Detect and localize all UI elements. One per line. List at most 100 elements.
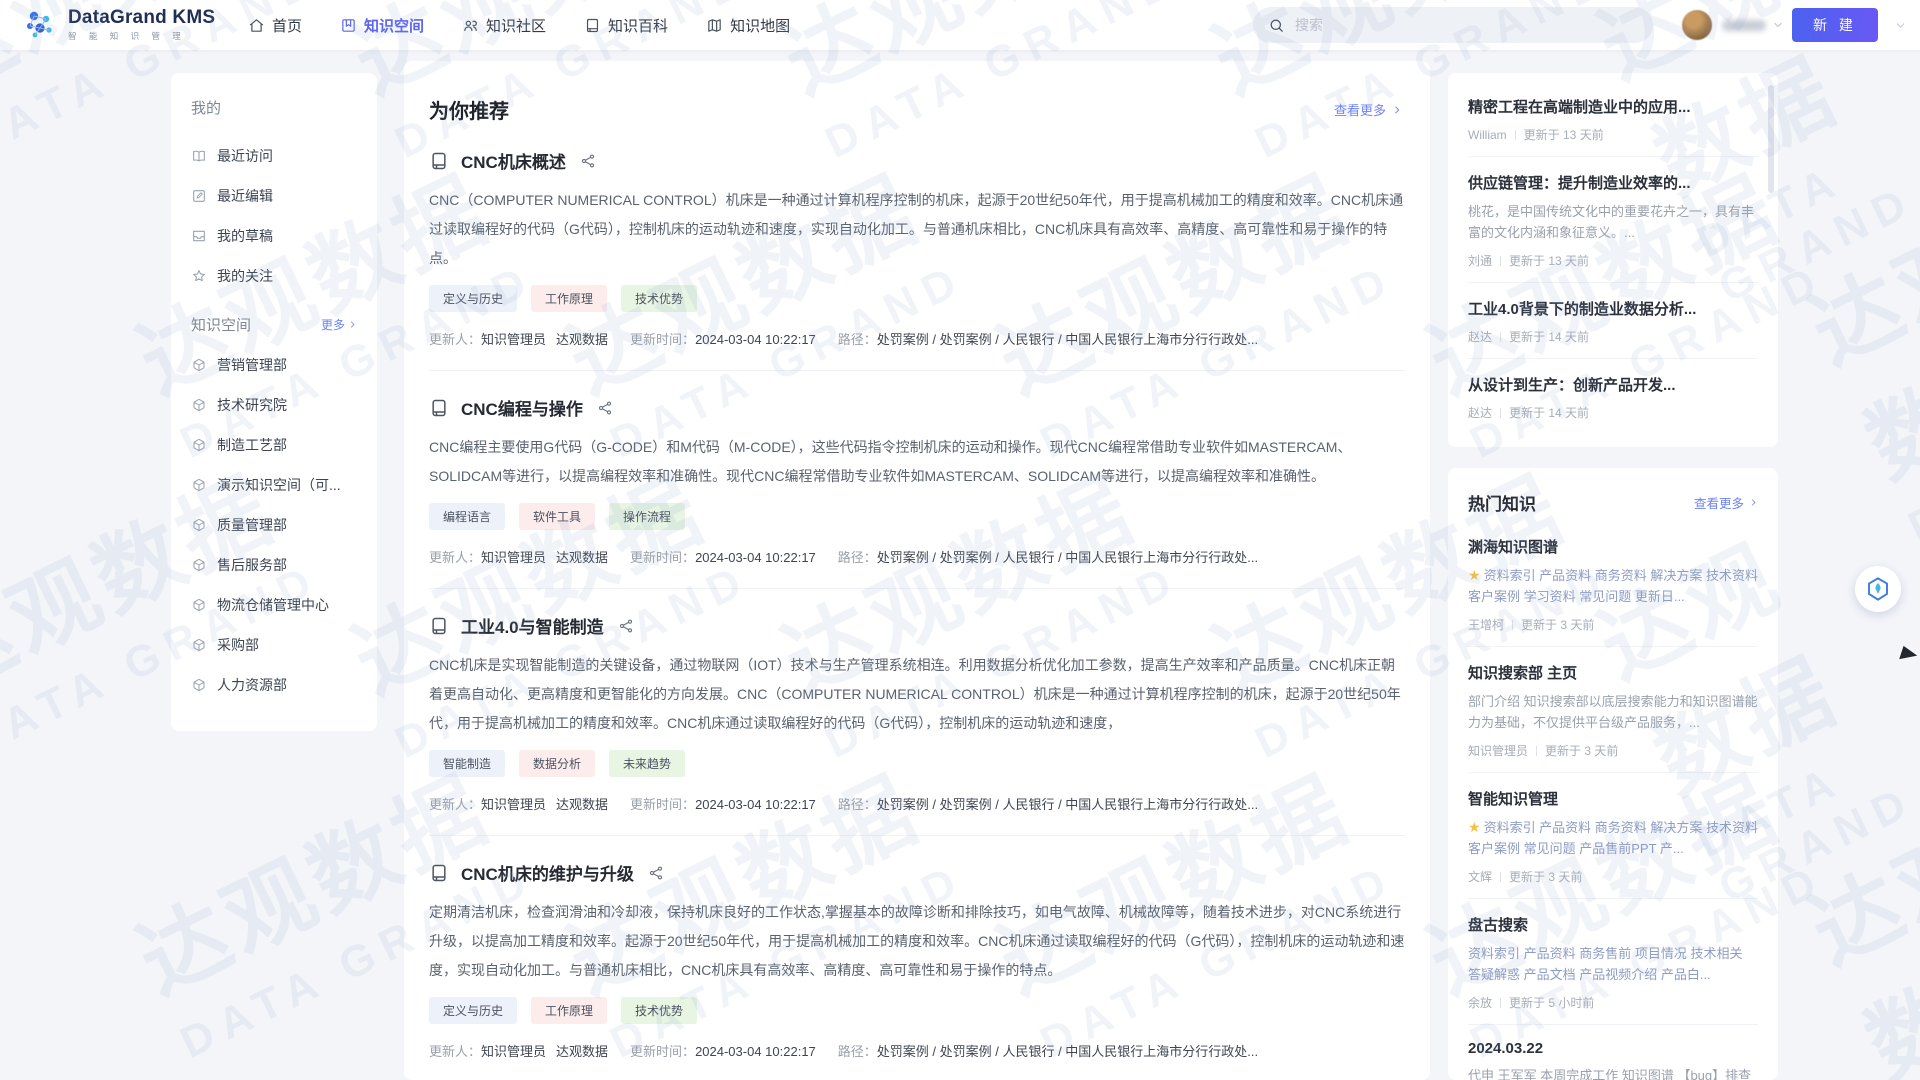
recent-edits-icon — [191, 188, 207, 204]
page-title: 为你推荐 — [429, 95, 509, 124]
sidebar-space-logistics[interactable]: 物流仓储管理中心 — [191, 585, 357, 625]
tag[interactable]: 工作原理 — [531, 285, 607, 312]
card-summary: CNC（COMPUTER NUMERICAL CONTROL）机床是一种通过计算… — [429, 186, 1405, 273]
user-menu-chevron-down-icon[interactable] — [1772, 19, 1784, 31]
share-icon[interactable] — [580, 153, 596, 169]
hot-item[interactable]: 知识搜索部 主页 部门介绍 知识搜索部以底层搜索能力和知识图谱能力为基础，不仅提… — [1468, 647, 1758, 773]
article-item[interactable]: 工业4.0背景下的制造业数据分析... 赵达更新于 14 天前 — [1468, 283, 1758, 359]
sidebar-space-hr[interactable]: 人力资源部 — [191, 665, 357, 705]
sidebar-my-title: 我的 — [191, 97, 221, 118]
nav-item-knowledge-map[interactable]: 知识地图 — [706, 15, 790, 36]
nav-item-knowledge-community[interactable]: 知识社区 — [462, 15, 546, 36]
tag[interactable]: 操作流程 — [609, 503, 685, 530]
brand-logo[interactable]: DataGrand KMS 智 能 知 识 管 理 — [22, 6, 215, 42]
hot-item[interactable]: 2024.03.22 代申 王军军 本周完成工作 知识图谱 【bug】排查并解决… — [1468, 1025, 1758, 1080]
chevron-right-icon — [1749, 498, 1758, 507]
share-icon[interactable] — [597, 400, 613, 416]
card-title-link[interactable]: CNC机床概述 — [461, 148, 566, 173]
card-summary: CNC编程主要使用G代码（G-CODE）和M代码（M-CODE），这些代码指令控… — [429, 433, 1405, 491]
sidebar-item-recent-edits[interactable]: 最近编辑 — [191, 176, 357, 216]
assistant-hexagon-pen-icon — [1865, 576, 1891, 602]
card-title-link[interactable]: 工业4.0与智能制造 — [461, 613, 604, 638]
share-icon[interactable] — [648, 865, 664, 881]
home-icon — [248, 17, 265, 34]
hot-item[interactable]: 智能知识管理 ★资料索引 产品资料 商务资料 解决方案 技术资料 客户案例 常见… — [1468, 773, 1758, 899]
nav-item-knowledge-wiki[interactable]: 知识百科 — [584, 15, 668, 36]
tag[interactable]: 定义与历史 — [429, 285, 517, 312]
sidebar-item-my-drafts[interactable]: 我的草稿 — [191, 216, 357, 256]
brand-subtitle: 智 能 知 识 管 理 — [68, 30, 215, 42]
share-icon[interactable] — [618, 618, 634, 634]
nav-item-knowledge-space[interactable]: 知识空间 — [340, 15, 424, 36]
chevron-right-icon — [348, 320, 357, 329]
recent-visits-icon — [191, 148, 207, 164]
sidebar-space-tech-institute[interactable]: 技术研究院 — [191, 385, 357, 425]
card-meta: 更新人：知识管理员达观数据更新时间：2024-03-04 10:22:17路径：… — [429, 794, 1405, 836]
card-summary: 定期清洁机床，检查润滑油和冷却液，保持机床良好的工作状态,掌握基本的故障诊断和排… — [429, 898, 1405, 985]
card-path-link[interactable]: 处罚案例 / 处罚案例 / 人民银行 / 中国人民银行上海市分行行政处... — [877, 332, 1258, 347]
card-path-link[interactable]: 处罚案例 / 处罚案例 / 人民银行 / 中国人民银行上海市分行行政处... — [877, 1044, 1258, 1059]
document-icon — [429, 616, 449, 636]
global-search[interactable] — [1253, 7, 1653, 43]
sidebar-item-recent-visits[interactable]: 最近访问 — [191, 136, 357, 176]
knowledge-card: CNC编程与操作 CNC编程主要使用G代码（G-CODE）和M代码（M-CODE… — [404, 371, 1430, 589]
sidebar-item-my-follows[interactable]: 我的关注 — [191, 256, 357, 296]
knowledge-card: CNC机床的维护与升级 定期清洁机床，检查润滑油和冷却液，保持机床良好的工作状态… — [404, 836, 1430, 1080]
cube-icon — [191, 517, 207, 533]
new-dropdown-chevron-icon[interactable] — [1894, 19, 1907, 32]
ai-assistant-button[interactable] — [1855, 566, 1901, 612]
knowledge-space-icon — [340, 17, 357, 34]
article-item[interactable]: 供应链管理：提升制造业效率的... 桃花，是中国传统文化中的重要花卉之一，具有丰… — [1468, 157, 1758, 283]
hot-view-more-link[interactable]: 查看更多 — [1694, 493, 1758, 512]
top-navbar: DataGrand KMS 智 能 知 识 管 理 首页 知识空间 知识社区 知… — [0, 0, 1920, 50]
sidebar-space-manufacturing[interactable]: 制造工艺部 — [191, 425, 357, 465]
nav-label: 知识地图 — [730, 15, 790, 36]
sidebar-space-after-sales[interactable]: 售后服务部 — [191, 545, 357, 585]
updated-by: 知识管理员 — [481, 332, 546, 347]
tag[interactable]: 编程语言 — [429, 503, 505, 530]
card-path-link[interactable]: 处罚案例 / 处罚案例 / 人民银行 / 中国人民银行上海市分行行政处... — [877, 797, 1258, 812]
nav-item-home[interactable]: 首页 — [248, 15, 302, 36]
sidebar-spaces-more-link[interactable]: 更多 — [321, 316, 357, 333]
tag[interactable]: 智能制造 — [429, 750, 505, 777]
article-updated: 更新于 14 天前 — [1509, 328, 1589, 345]
hot-updated: 更新于 3 天前 — [1545, 742, 1618, 759]
tag[interactable]: 技术优势 — [621, 285, 697, 312]
star-icon: ★ — [1468, 567, 1481, 583]
user-avatar[interactable] — [1682, 10, 1712, 40]
tag[interactable]: 数据分析 — [519, 750, 595, 777]
knowledge-community-icon — [462, 17, 479, 34]
cube-icon — [191, 357, 207, 373]
tag[interactable]: 定义与历史 — [429, 997, 517, 1024]
sidebar-space-demo[interactable]: 演示知识空间（可... — [191, 465, 357, 505]
tag[interactable]: 技术优势 — [621, 997, 697, 1024]
nav-label: 知识空间 — [364, 15, 424, 36]
hot-updated: 更新于 3 天前 — [1521, 616, 1594, 633]
hot-author: 文辉 — [1468, 868, 1492, 885]
card-title-link[interactable]: CNC编程与操作 — [461, 395, 583, 420]
article-author: William — [1468, 128, 1507, 142]
sidebar-space-quality[interactable]: 质量管理部 — [191, 505, 357, 545]
article-item[interactable]: 精密工程在高端制造业中的应用... William更新于 13 天前 — [1468, 81, 1758, 157]
updated-by: 知识管理员 — [481, 797, 546, 812]
sidebar-space-procurement[interactable]: 采购部 — [191, 625, 357, 665]
scrollbar-thumb[interactable] — [1768, 85, 1774, 193]
hot-item[interactable]: 渊海知识图谱 ★资料索引 产品资料 商务资料 解决方案 技术资料 客户案例 学习… — [1468, 521, 1758, 647]
tag[interactable]: 未来趋势 — [609, 750, 685, 777]
recommend-view-more-link[interactable]: 查看更多 — [1334, 100, 1402, 119]
chevron-right-icon — [1392, 105, 1402, 115]
cube-icon — [191, 397, 207, 413]
sidebar-space-marketing[interactable]: 营销管理部 — [191, 345, 357, 385]
card-path-link[interactable]: 处罚案例 / 处罚案例 / 人民银行 / 中国人民银行上海市分行行政处... — [877, 550, 1258, 565]
new-button[interactable]: 新 建 — [1792, 8, 1878, 42]
tag[interactable]: 软件工具 — [519, 503, 595, 530]
search-input[interactable] — [1295, 17, 1625, 33]
card-title-link[interactable]: CNC机床的维护与升级 — [461, 860, 634, 885]
document-icon — [429, 151, 449, 171]
search-icon — [1268, 17, 1285, 34]
hot-item[interactable]: 盘古搜索 资料索引 产品资料 商务售前 项目情况 技术相关 答疑解惑 产品文档 … — [1468, 899, 1758, 1025]
article-item[interactable]: 从设计到生产：创新产品开发... 赵达更新于 14 天前 — [1468, 359, 1758, 434]
knowledge-wiki-icon — [584, 17, 601, 34]
main-nav: 首页 知识空间 知识社区 知识百科 知识地图 — [248, 0, 790, 50]
tag[interactable]: 工作原理 — [531, 997, 607, 1024]
